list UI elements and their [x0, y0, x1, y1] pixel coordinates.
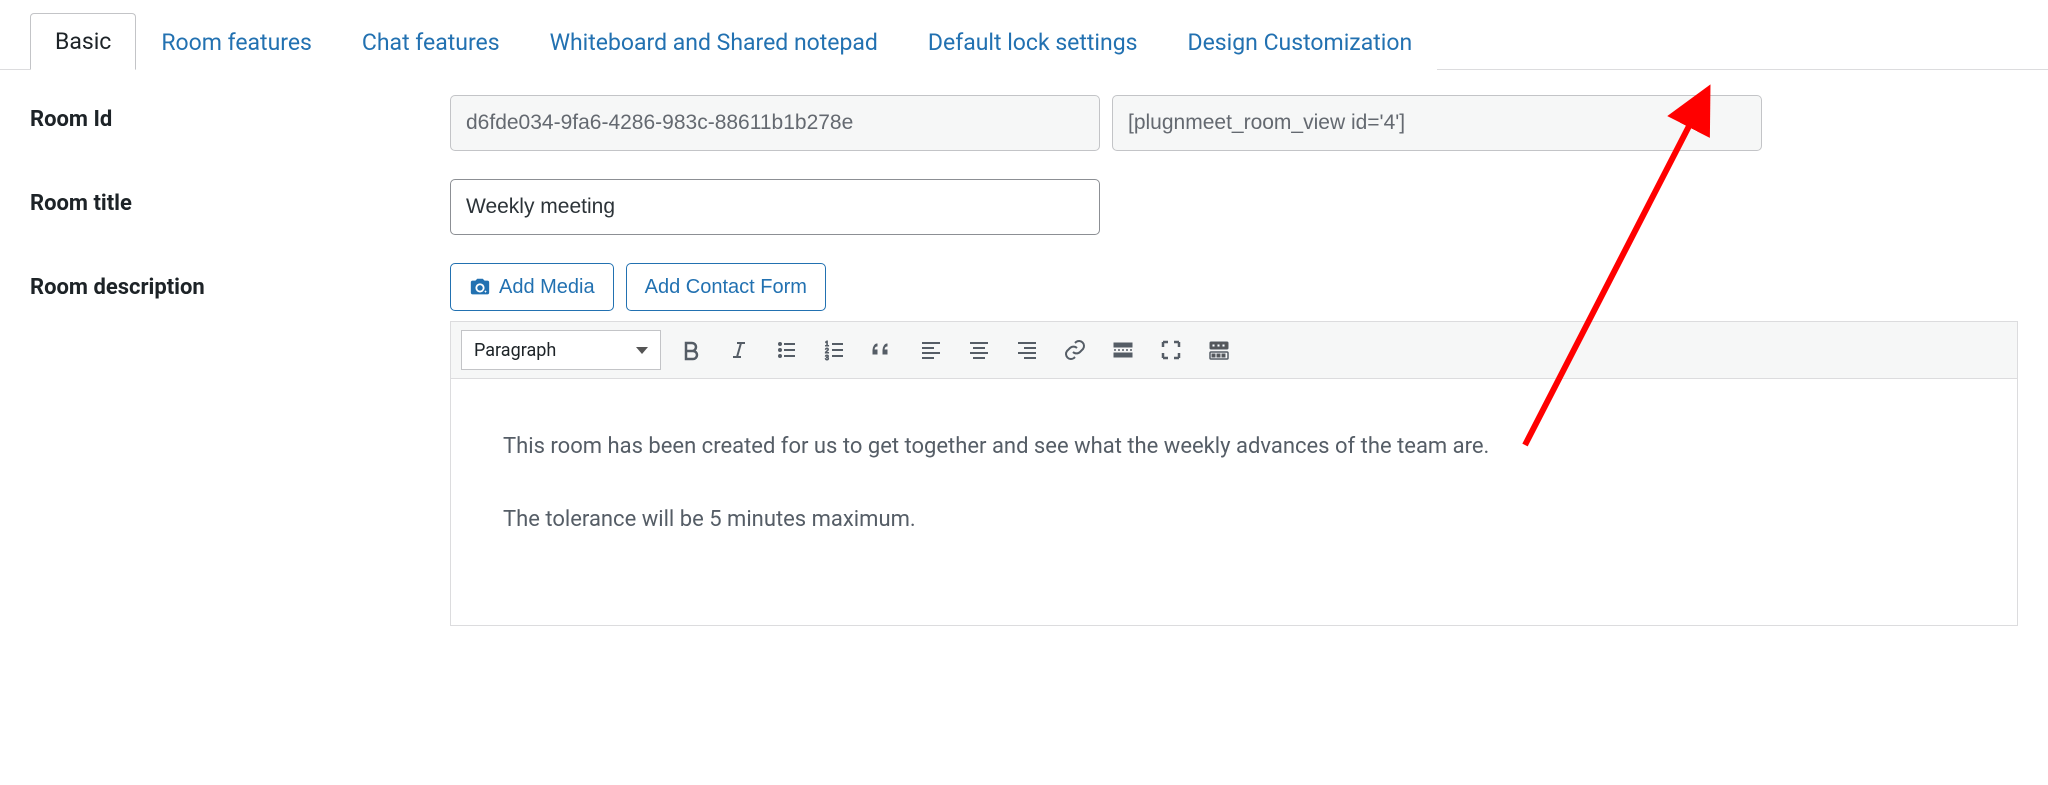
blockquote-button[interactable] — [865, 332, 901, 368]
read-more-button[interactable] — [1105, 332, 1141, 368]
align-left-button[interactable] — [913, 332, 949, 368]
tab-default-lock[interactable]: Default lock settings — [903, 14, 1163, 70]
editor-toolbar: Paragraph 123 — [451, 322, 2017, 379]
tab-room-features[interactable]: Room features — [136, 14, 337, 70]
align-right-button[interactable] — [1009, 332, 1045, 368]
editor-paragraph: This room has been created for us to get… — [503, 429, 1965, 464]
add-contact-form-label: Add Contact Form — [645, 276, 807, 299]
shortcode-input[interactable] — [1112, 95, 1762, 151]
numbered-list-button[interactable]: 123 — [817, 332, 853, 368]
add-media-label: Add Media — [499, 276, 595, 299]
editor-content[interactable]: This room has been created for us to get… — [451, 379, 2017, 625]
tab-design-customization[interactable]: Design Customization — [1163, 14, 1438, 70]
svg-text:2: 2 — [825, 348, 829, 355]
align-center-button[interactable] — [961, 332, 997, 368]
label-room-title: Room title — [30, 179, 450, 216]
editor-paragraph: The tolerance will be 5 minutes maximum. — [503, 502, 1965, 537]
tab-basic[interactable]: Basic — [30, 13, 136, 70]
chevron-down-icon — [636, 347, 648, 354]
format-select[interactable]: Paragraph — [461, 330, 661, 370]
tabs-nav: Basic Room features Chat features Whiteb… — [0, 0, 2048, 70]
tab-chat-features[interactable]: Chat features — [337, 14, 525, 70]
italic-button[interactable] — [721, 332, 757, 368]
room-title-input[interactable] — [450, 179, 1100, 235]
label-room-id: Room Id — [30, 95, 450, 132]
svg-text:1: 1 — [825, 341, 829, 348]
add-contact-form-button[interactable]: Add Contact Form — [626, 263, 826, 311]
add-media-button[interactable]: Add Media — [450, 263, 614, 311]
fullscreen-button[interactable] — [1153, 332, 1189, 368]
bulleted-list-button[interactable] — [769, 332, 805, 368]
room-id-input[interactable] — [450, 95, 1100, 151]
svg-text:3: 3 — [825, 355, 829, 362]
toolbar-toggle-button[interactable] — [1201, 332, 1237, 368]
camera-icon — [469, 276, 491, 298]
label-room-description: Room description — [30, 263, 450, 300]
bold-button[interactable] — [673, 332, 709, 368]
tab-whiteboard-notepad[interactable]: Whiteboard and Shared notepad — [525, 14, 903, 70]
link-button[interactable] — [1057, 332, 1093, 368]
rich-text-editor: Paragraph 123 — [450, 321, 2018, 626]
